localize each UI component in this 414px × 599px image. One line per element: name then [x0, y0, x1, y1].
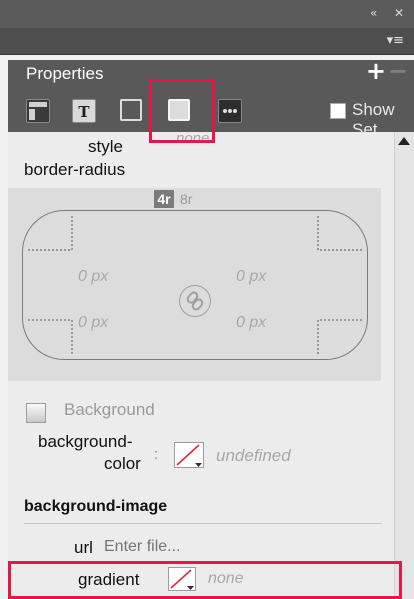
show-set-checkbox[interactable] — [330, 103, 346, 119]
background-color-value[interactable]: undefined — [216, 446, 291, 466]
radius-bottom-left[interactable]: 0 px — [78, 314, 108, 332]
panel-tab-bar — [0, 28, 414, 55]
background-color-label-line2: color — [104, 454, 141, 473]
background-image-heading: background-image — [24, 498, 168, 515]
radius-top-right[interactable]: 0 px — [236, 268, 266, 286]
scroll-up-icon[interactable] — [398, 137, 410, 145]
highlight-gradient-row — [8, 561, 402, 599]
border-icon[interactable] — [120, 99, 142, 121]
background-color-swatch[interactable] — [174, 442, 204, 468]
url-input[interactable] — [104, 536, 254, 558]
radius-top-left[interactable]: 0 px — [78, 268, 108, 286]
layout-icon[interactable] — [26, 99, 50, 123]
background-color-label-line1: background- — [38, 432, 133, 451]
radius-mode-8r[interactable]: 8r — [180, 190, 192, 208]
url-label: url — [74, 538, 93, 557]
background-section-label: Background — [64, 400, 155, 419]
highlight-background-tab — [149, 79, 215, 143]
panel-menu-icon[interactable]: ▾≡ — [387, 33, 404, 48]
section-divider — [24, 523, 382, 524]
radius-bottom-right[interactable]: 0 px — [236, 314, 266, 332]
background-color-separator: : — [154, 446, 159, 463]
svg-text:T: T — [78, 103, 90, 121]
add-icon[interactable]: + — [366, 57, 386, 85]
style-label: style — [88, 137, 123, 156]
link-radius-icon[interactable] — [179, 285, 211, 317]
collapse-icon[interactable]: « — [370, 6, 377, 20]
window-title-bar — [0, 0, 414, 29]
text-icon[interactable]: T — [72, 99, 96, 123]
panel-title: Properties — [26, 64, 104, 83]
border-radius-label: border-radius — [24, 160, 126, 179]
remove-icon[interactable]: − — [388, 57, 408, 85]
radius-mode-4r[interactable]: 4r — [154, 190, 174, 208]
background-icon-box — [26, 403, 46, 423]
more-options-icon[interactable] — [218, 99, 242, 123]
vertical-scrollbar[interactable] — [394, 132, 414, 599]
close-icon[interactable]: ✕ — [394, 6, 404, 20]
